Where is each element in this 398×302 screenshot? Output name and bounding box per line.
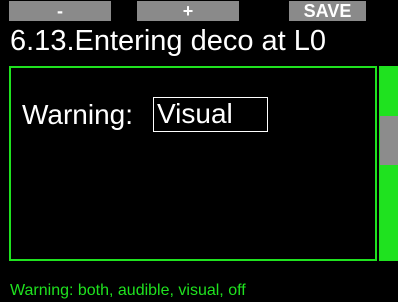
save-button[interactable]: SAVE xyxy=(289,1,366,21)
settings-panel: Warning: Visual xyxy=(9,66,377,261)
page-title: 6.13.Entering deco at L0 xyxy=(10,25,327,57)
options-hint: Warning: both, audible, visual, off xyxy=(10,282,246,299)
warning-value-field[interactable]: Visual xyxy=(153,97,268,132)
scrollbar-thumb[interactable] xyxy=(380,116,398,165)
scrollbar[interactable] xyxy=(379,66,398,261)
increase-button[interactable]: + xyxy=(137,1,239,21)
softkey-bar: - + SAVE xyxy=(0,0,398,22)
decrease-button[interactable]: - xyxy=(9,1,111,21)
warning-label: Warning: xyxy=(22,99,134,130)
